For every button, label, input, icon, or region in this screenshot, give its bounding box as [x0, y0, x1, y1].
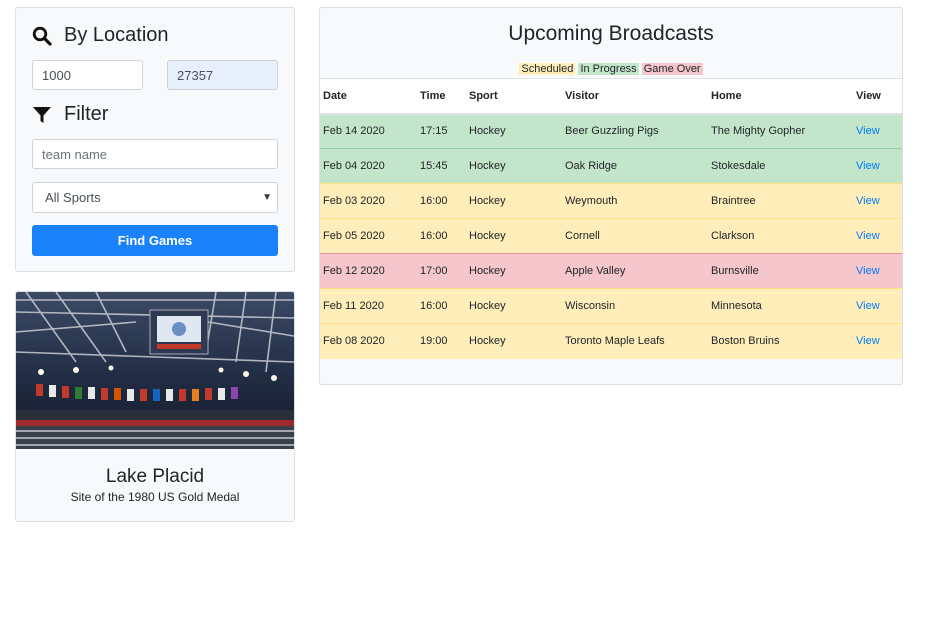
cell-home: Boston Bruins [708, 323, 853, 359]
cell-view: View [853, 253, 902, 289]
column-header-sport: Sport [466, 78, 562, 115]
filter-icon [32, 105, 52, 125]
cell-sport: Hockey [466, 218, 562, 254]
cell-date: Feb 08 2020 [320, 323, 417, 359]
cell-time: 16:00 [417, 218, 466, 254]
table-row: Feb 05 2020 16:00 Hockey Cornell Clarkso… [320, 218, 902, 254]
feature-subtitle: Site of the 1980 US Gold Medal [70, 490, 240, 504]
view-link[interactable]: View [856, 265, 880, 277]
column-header-date: Date [320, 78, 417, 115]
cell-sport: Hockey [466, 253, 562, 289]
cell-view: View [853, 288, 902, 324]
view-link[interactable]: View [856, 125, 880, 137]
cell-visitor: Oak Ridge [562, 148, 708, 184]
table-row: Feb 04 2020 15:45 Hockey Oak Ridge Stoke… [320, 148, 902, 184]
broadcasts-table: Date Time Sport Visitor Home View Feb 14… [320, 78, 902, 359]
legend-scheduled: Scheduled [519, 63, 576, 75]
cell-home: Burnsville [708, 253, 853, 289]
broadcasts-table-body: Feb 14 2020 17:15 Hockey Beer Guzzling P… [320, 113, 902, 359]
cell-home: Stokesdale [708, 148, 853, 184]
zip-code-input[interactable] [167, 60, 278, 90]
view-link[interactable]: View [856, 335, 880, 347]
sport-select[interactable]: All Sports ▼ [32, 182, 278, 213]
view-link[interactable]: View [856, 160, 880, 172]
cell-date: Feb 05 2020 [320, 218, 417, 254]
table-header-row: Date Time Sport Visitor Home View [320, 78, 902, 115]
cell-view: View [853, 183, 902, 219]
cell-time: 15:45 [417, 148, 466, 184]
cell-visitor: Cornell [562, 218, 708, 254]
cell-date: Feb 04 2020 [320, 148, 417, 184]
status-legend: Scheduled In Progress Game Over [320, 63, 902, 75]
view-link[interactable]: View [856, 300, 880, 312]
cell-home: The Mighty Gopher [708, 113, 853, 149]
location-heading: By Location [32, 24, 169, 47]
table-row: Feb 03 2020 16:00 Hockey Weymouth Braint… [320, 183, 902, 219]
cell-sport: Hockey [466, 148, 562, 184]
cell-home: Minnesota [708, 288, 853, 324]
cell-date: Feb 12 2020 [320, 253, 417, 289]
cell-visitor: Beer Guzzling Pigs [562, 113, 708, 149]
cell-time: 19:00 [417, 323, 466, 359]
column-header-visitor: Visitor [562, 78, 708, 115]
view-link[interactable]: View [856, 195, 880, 207]
column-header-home: Home [708, 78, 853, 115]
filter-heading: Filter [32, 103, 108, 126]
cell-time: 16:00 [417, 183, 466, 219]
cell-date: Feb 03 2020 [320, 183, 417, 219]
legend-game-over: Game Over [641, 63, 703, 75]
table-row: Feb 11 2020 16:00 Hockey Wisconsin Minne… [320, 288, 902, 324]
feature-title: Lake Placid [105, 466, 205, 487]
caret-down-icon: ▼ [262, 192, 272, 203]
view-link[interactable]: View [856, 230, 880, 242]
cell-visitor: Weymouth [562, 183, 708, 219]
cell-time: 16:00 [417, 288, 466, 324]
cell-time: 17:00 [417, 253, 466, 289]
cell-sport: Hockey [466, 113, 562, 149]
cell-visitor: Toronto Maple Leafs [562, 323, 708, 359]
column-header-view: View [853, 78, 902, 115]
cell-view: View [853, 323, 902, 359]
distance-input[interactable] [32, 60, 143, 90]
cell-home: Clarkson [708, 218, 853, 254]
filter-heading-label: Filter [64, 103, 109, 125]
table-row: Feb 14 2020 17:15 Hockey Beer Guzzling P… [320, 113, 902, 149]
arena-photo [16, 292, 294, 449]
cell-sport: Hockey [466, 288, 562, 324]
cell-date: Feb 14 2020 [320, 113, 417, 149]
location-heading-label: By Location [64, 24, 169, 46]
cell-home: Braintree [708, 183, 853, 219]
team-name-input[interactable] [32, 139, 278, 169]
cell-time: 17:15 [417, 113, 466, 149]
cell-sport: Hockey [466, 183, 562, 219]
broadcasts-title: Upcoming Broadcasts [508, 22, 714, 45]
table-row: Feb 08 2020 19:00 Hockey Toronto Maple L… [320, 323, 902, 359]
location-filter-card: By Location Filter All Sports ▼ Find Gam… [15, 7, 295, 272]
table-row: Feb 12 2020 17:00 Hockey Apple Valley Bu… [320, 253, 902, 289]
cell-view: View [853, 148, 902, 184]
feature-card: Lake Placid Site of the 1980 US Gold Med… [15, 291, 295, 522]
legend-in-progress: In Progress [578, 63, 639, 75]
cell-date: Feb 11 2020 [320, 288, 417, 324]
find-games-button[interactable]: Find Games [32, 225, 278, 256]
sport-select-value: All Sports [45, 190, 101, 205]
cell-visitor: Apple Valley [562, 253, 708, 289]
broadcasts-card: Upcoming Broadcasts Scheduled In Progres… [319, 7, 903, 385]
cell-visitor: Wisconsin [562, 288, 708, 324]
search-icon [32, 26, 52, 46]
cell-view: View [853, 113, 902, 149]
cell-view: View [853, 218, 902, 254]
column-header-time: Time [417, 78, 466, 115]
cell-sport: Hockey [466, 323, 562, 359]
